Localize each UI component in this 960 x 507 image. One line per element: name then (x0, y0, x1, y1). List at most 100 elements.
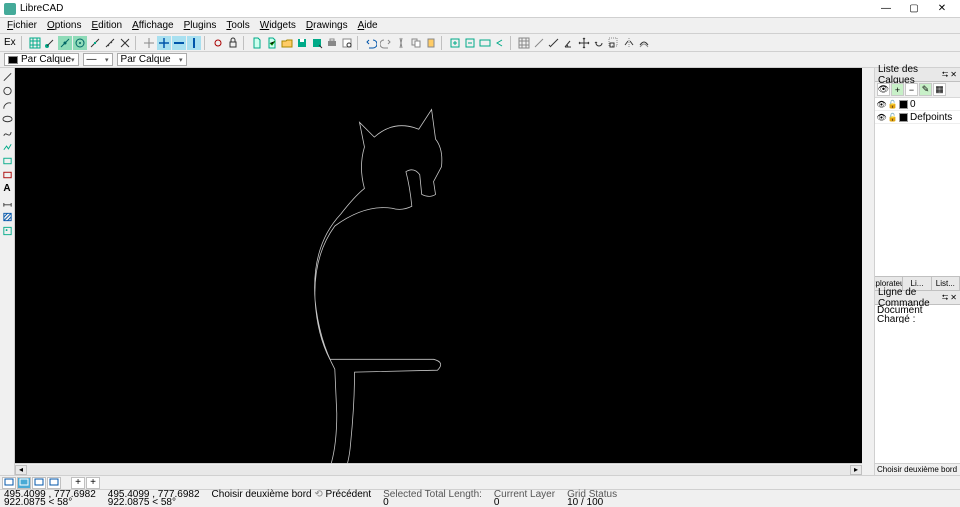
file-save-icon[interactable] (295, 36, 309, 50)
status-coord-abs: 495.4099 , 777.6982 922.0875 < 58° (4, 491, 96, 507)
scale-icon[interactable] (607, 36, 621, 50)
restrict-vertical-icon[interactable] (187, 36, 201, 50)
menu-plugins[interactable]: Plugins (179, 20, 222, 31)
layer-toggle-icon[interactable]: ▦ (933, 83, 946, 96)
draft-mode-icon[interactable] (532, 36, 546, 50)
copy-icon[interactable] (409, 36, 423, 50)
snap-on-entity-icon[interactable] (58, 36, 72, 50)
menu-tools[interactable]: Tools (221, 20, 254, 31)
lineweight-combo[interactable]: —▾ (83, 53, 113, 66)
menu-help[interactable]: Aide (353, 20, 383, 31)
undo-icon[interactable] (364, 36, 378, 50)
drawing-canvas[interactable] (15, 68, 862, 463)
ellipse-tool-icon[interactable] (1, 112, 14, 125)
snap-endpoint-icon[interactable] (43, 36, 57, 50)
rotate-icon[interactable] (592, 36, 606, 50)
status-grid: Grid Status 10 / 100 (567, 491, 617, 507)
horizontal-scrollbar[interactable]: ◂ ▸ (15, 463, 862, 475)
viewport-tab-3[interactable] (32, 477, 46, 489)
snap-distance-icon[interactable] (103, 36, 117, 50)
viewport-tab-2[interactable] (17, 477, 31, 489)
menu-edit[interactable]: Edition (86, 20, 127, 31)
file-new-template-icon[interactable] (265, 36, 279, 50)
zoom-auto-icon[interactable] (478, 36, 492, 50)
rect-tool-icon[interactable] (1, 154, 14, 167)
viewport-tab-4[interactable] (47, 477, 61, 489)
dimension-tool-icon[interactable] (1, 196, 14, 209)
close-button[interactable]: ✕ (928, 0, 956, 18)
move-icon[interactable] (577, 36, 591, 50)
layer-name: Defpoints (910, 112, 952, 123)
layer-row-0[interactable]: 👁 🔓 0 (875, 98, 960, 111)
canvas-container: ◂ ▸ (15, 68, 862, 475)
command-hint: Choisir deuxième bord (875, 463, 960, 475)
command-log: Document Chargé : C:\Users\Mélanie \Down… (875, 305, 960, 323)
file-saveas-icon[interactable] (310, 36, 324, 50)
viewport-tab-1[interactable] (2, 477, 16, 489)
layer-remove-icon[interactable]: − (905, 83, 918, 96)
style-bar: Par Calque▾ —▾ Par Calque▾ (0, 52, 960, 68)
panel-pin-icon[interactable]: ⮀ (942, 70, 948, 80)
zoom-out-icon[interactable] (463, 36, 477, 50)
snap-intersection-icon[interactable] (118, 36, 132, 50)
layer-edit-icon[interactable]: ✎ (919, 83, 932, 96)
arc-tool-icon[interactable] (1, 98, 14, 111)
snap-middle-icon[interactable] (88, 36, 102, 50)
panel-close-icon[interactable]: ✕ (950, 70, 957, 80)
hatch-tool-icon[interactable] (1, 210, 14, 223)
relative-zero-icon[interactable] (211, 36, 225, 50)
print-preview-icon[interactable] (340, 36, 354, 50)
layer-add-icon[interactable]: + (891, 83, 904, 96)
restrict-ortho-icon[interactable] (157, 36, 171, 50)
maximize-button[interactable]: ▢ (900, 0, 928, 18)
layer-row-defpoints[interactable]: 👁 🔓 Defpoints (875, 111, 960, 124)
menu-drawings[interactable]: Drawings (301, 20, 353, 31)
lock-icon[interactable]: 🔓 (888, 100, 897, 109)
lock-relative-icon[interactable] (226, 36, 240, 50)
eye-icon[interactable]: 👁 (877, 100, 886, 109)
print-icon[interactable] (325, 36, 339, 50)
menu-file[interactable]: Fichier (2, 20, 42, 31)
color-combo[interactable]: Par Calque▾ (4, 53, 79, 66)
mirror-icon[interactable] (622, 36, 636, 50)
measure-angle-icon[interactable] (562, 36, 576, 50)
circle-tool-icon[interactable] (1, 84, 14, 97)
rect-tool2-icon[interactable] (1, 168, 14, 181)
file-open-icon[interactable] (280, 36, 294, 50)
lock-icon[interactable]: 🔓 (888, 113, 897, 122)
minimize-button[interactable]: — (872, 0, 900, 18)
zoom-previous-icon[interactable] (493, 36, 507, 50)
tab-add2-icon[interactable]: + (86, 477, 100, 489)
scroll-left-icon[interactable]: ◂ (15, 465, 27, 475)
app-title: LibreCAD (20, 3, 872, 14)
main-toolbar: Ex (0, 34, 960, 52)
grid-toggle-icon[interactable] (517, 36, 531, 50)
file-new-icon[interactable] (250, 36, 264, 50)
line-tool-icon[interactable] (1, 70, 14, 83)
scroll-right-icon[interactable]: ▸ (850, 465, 862, 475)
menu-widgets[interactable]: Widgets (255, 20, 301, 31)
tab-add-icon[interactable]: + (71, 477, 85, 489)
restrict-none-icon[interactable] (142, 36, 156, 50)
menu-options[interactable]: Options (42, 20, 86, 31)
cut-icon[interactable] (394, 36, 408, 50)
panel-pin-icon[interactable]: ⮀ (942, 293, 948, 303)
measure-dist-icon[interactable] (547, 36, 561, 50)
zoom-in-icon[interactable] (448, 36, 462, 50)
polyline-tool-icon[interactable] (1, 140, 14, 153)
restrict-horizontal-icon[interactable] (172, 36, 186, 50)
eye-icon[interactable]: 👁 (877, 113, 886, 122)
snap-grid-icon[interactable] (28, 36, 42, 50)
snap-center-icon[interactable] (73, 36, 87, 50)
paste-icon[interactable] (424, 36, 438, 50)
offset-icon[interactable] (637, 36, 651, 50)
vertical-scrollbar[interactable] (862, 68, 874, 475)
redo-icon[interactable] (379, 36, 393, 50)
layer-showall-icon[interactable]: 👁 (877, 83, 890, 96)
menu-view[interactable]: Affichage (127, 20, 179, 31)
text-tool-icon[interactable]: A (1, 182, 14, 195)
linetype-combo[interactable]: Par Calque▾ (117, 53, 187, 66)
spline-tool-icon[interactable] (1, 126, 14, 139)
panel-close-icon[interactable]: ✕ (950, 293, 957, 303)
image-tool-icon[interactable] (1, 224, 14, 237)
